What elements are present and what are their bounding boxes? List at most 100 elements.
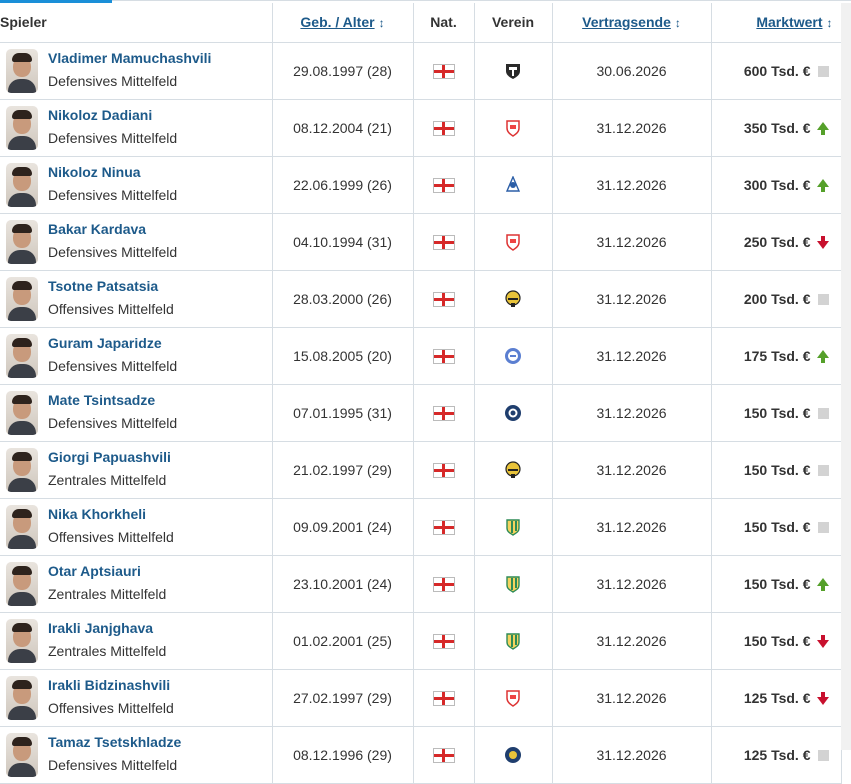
birth-age: 29.08.1997 (28) — [272, 42, 414, 100]
header-spieler: Spieler — [0, 3, 273, 43]
nationality-cell — [413, 213, 475, 271]
player-name-link[interactable]: Otar Aptsiauri — [48, 563, 141, 579]
market-value[interactable]: 175 Tsd. € — [744, 348, 811, 364]
market-value[interactable]: 300 Tsd. € — [744, 177, 811, 193]
shield-crest-icon[interactable] — [504, 62, 522, 80]
dinamo-crest-icon[interactable] — [504, 174, 522, 194]
table-row: Tsotne Patsatsia Offensives Mittelfeld 2… — [0, 270, 842, 328]
red-shield-crest-icon[interactable] — [504, 689, 522, 707]
sort-link-vertragsende[interactable]: Vertragsende — [582, 14, 671, 30]
sort-icon[interactable]: ↕ — [675, 16, 681, 30]
header-marktwert[interactable]: Marktwert ↕ — [711, 3, 842, 43]
sort-icon[interactable]: ↕ — [827, 16, 833, 30]
player-photo[interactable] — [6, 162, 38, 207]
contract-end: 31.12.2026 — [552, 384, 712, 442]
header-vertragsende[interactable]: Vertragsende ↕ — [552, 3, 712, 43]
market-value[interactable]: 150 Tsd. € — [744, 576, 811, 592]
market-value-cell: 175 Tsd. € — [711, 327, 842, 385]
player-photo[interactable] — [6, 390, 38, 435]
trend-up-arrow-icon — [816, 121, 829, 135]
georgia-flag-icon — [432, 462, 455, 478]
player-name-link[interactable]: Mate Tsintsadze — [48, 392, 155, 408]
player-photo[interactable] — [6, 219, 38, 264]
nationality-cell — [413, 270, 475, 328]
player-photo[interactable] — [6, 276, 38, 321]
georgia-flag-icon — [432, 234, 455, 250]
player-name-link[interactable]: Tsotne Patsatsia — [48, 278, 158, 294]
market-value-cell: 150 Tsd. € — [711, 441, 842, 499]
player-photo[interactable] — [6, 561, 38, 606]
player-photo[interactable] — [6, 504, 38, 549]
green-yellow-crest-icon[interactable] — [504, 632, 522, 650]
contract-end: 31.12.2026 — [552, 726, 712, 784]
player-position: Defensives Mittelfeld — [48, 357, 178, 374]
birth-age: 23.10.2001 (24) — [272, 555, 414, 613]
player-position: Offensives Mittelfeld — [48, 528, 174, 545]
market-value[interactable]: 125 Tsd. € — [744, 690, 811, 706]
nationality-cell — [413, 669, 475, 727]
player-name-link[interactable]: Tamaz Tsetskhladze — [48, 734, 181, 750]
player-photo[interactable] — [6, 675, 38, 720]
market-value[interactable]: 150 Tsd. € — [744, 633, 811, 649]
green-yellow-crest-icon[interactable] — [504, 518, 522, 536]
player-name-link[interactable]: Giorgi Papuashvili — [48, 449, 171, 465]
player-cell: Guram Japaridze Defensives Mittelfeld — [0, 327, 273, 385]
birth-age: 01.02.2001 (25) — [272, 612, 414, 670]
player-photo[interactable] — [6, 333, 38, 378]
player-photo[interactable] — [6, 618, 38, 663]
birth-age: 22.06.1999 (26) — [272, 156, 414, 214]
player-name-link[interactable]: Nikoloz Ninua — [48, 164, 141, 180]
sort-icon[interactable]: ↕ — [379, 16, 385, 30]
player-cell: Irakli Janjghava Zentrales Mittelfeld — [0, 612, 273, 670]
player-cell: Bakar Kardava Defensives Mittelfeld — [0, 213, 273, 271]
navy-gold-crest-icon[interactable] — [504, 746, 522, 764]
market-value[interactable]: 250 Tsd. € — [744, 234, 811, 250]
market-value[interactable]: 150 Tsd. € — [744, 405, 811, 421]
player-name-link[interactable]: Nikoloz Dadiani — [48, 107, 152, 123]
blue-round-crest-icon[interactable] — [504, 347, 522, 365]
contract-end: 31.12.2026 — [552, 612, 712, 670]
yellow-black-crest-icon[interactable] — [504, 290, 522, 308]
player-position: Defensives Mittelfeld — [48, 243, 178, 260]
navy-round-crest-icon[interactable] — [504, 404, 522, 422]
table-row: Irakli Bidzinashvili Offensives Mittelfe… — [0, 669, 842, 727]
green-yellow-crest-icon[interactable] — [504, 575, 522, 593]
nationality-cell — [413, 441, 475, 499]
player-photo[interactable] — [6, 732, 38, 777]
sort-link-geb-alter[interactable]: Geb. / Alter — [300, 14, 374, 30]
georgia-flag-icon — [432, 576, 455, 592]
player-name-link[interactable]: Nika Khorkheli — [48, 506, 146, 522]
player-photo[interactable] — [6, 447, 38, 492]
sort-link-marktwert[interactable]: Marktwert — [756, 14, 822, 30]
market-value[interactable]: 350 Tsd. € — [744, 120, 811, 136]
market-value[interactable]: 150 Tsd. € — [744, 462, 811, 478]
table-row: Otar Aptsiauri Zentrales Mittelfeld 23.1… — [0, 555, 842, 613]
contract-end: 31.12.2026 — [552, 213, 712, 271]
yellow-black-crest-icon[interactable] — [504, 461, 522, 479]
red-shield-crest-icon[interactable] — [504, 119, 522, 137]
player-photo[interactable] — [6, 48, 38, 93]
club-cell — [474, 555, 553, 613]
market-value[interactable]: 600 Tsd. € — [744, 63, 811, 79]
market-value[interactable]: 150 Tsd. € — [744, 519, 811, 535]
georgia-flag-icon — [432, 405, 455, 421]
player-photo[interactable] — [6, 105, 38, 150]
market-value-cell: 125 Tsd. € — [711, 669, 842, 727]
player-name-link[interactable]: Vladimer Mamuchashvili — [48, 50, 211, 66]
header-geb-alter[interactable]: Geb. / Alter ↕ — [272, 3, 414, 43]
market-value[interactable]: 125 Tsd. € — [744, 747, 811, 763]
header-nat: Nat. — [413, 3, 475, 43]
scrollbar[interactable] — [841, 3, 851, 750]
player-name-link[interactable]: Irakli Janjghava — [48, 620, 153, 636]
player-name-link[interactable]: Irakli Bidzinashvili — [48, 677, 170, 693]
player-name-link[interactable]: Bakar Kardava — [48, 221, 146, 237]
market-value[interactable]: 200 Tsd. € — [744, 291, 811, 307]
trend-neutral-icon — [817, 66, 829, 78]
club-cell — [474, 612, 553, 670]
player-name-link[interactable]: Guram Japaridze — [48, 335, 162, 351]
red-shield-crest-icon[interactable] — [504, 233, 522, 251]
table-row: Nikoloz Dadiani Defensives Mittelfeld 08… — [0, 99, 842, 157]
player-position: Offensives Mittelfeld — [48, 300, 174, 317]
contract-end: 31.12.2026 — [552, 327, 712, 385]
players-table: Spieler Geb. / Alter ↕ Nat. Verein Vertra… — [0, 3, 842, 784]
